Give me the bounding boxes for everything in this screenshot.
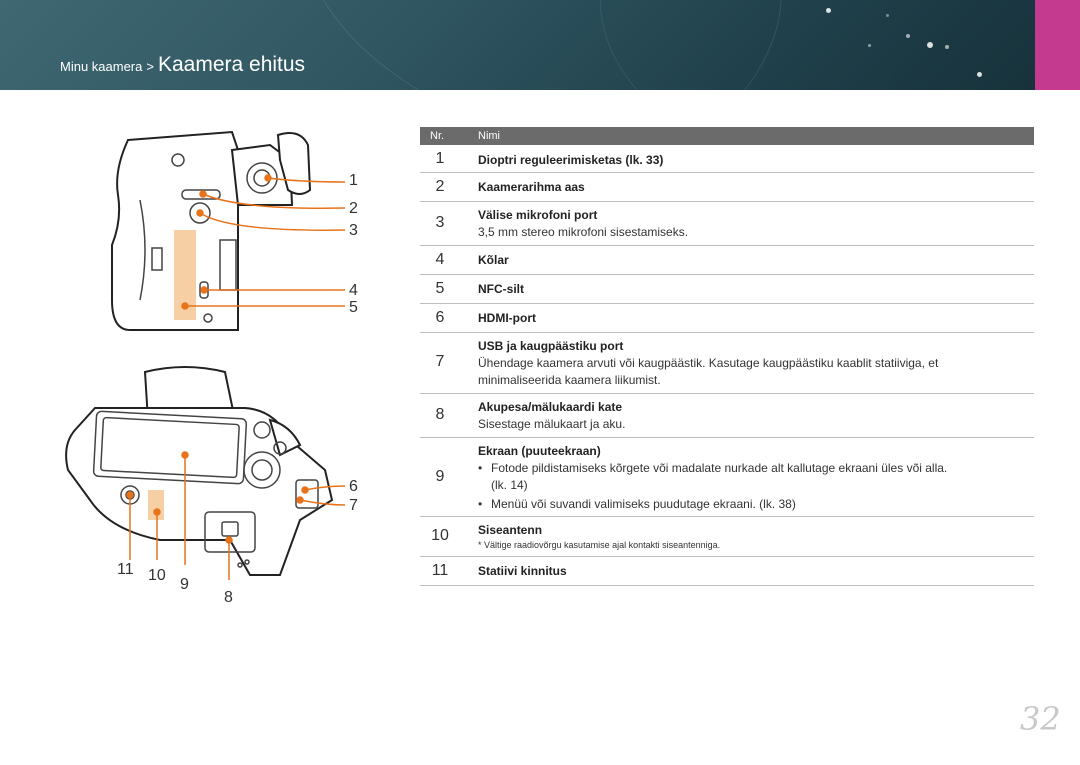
chapter-tab: [1035, 0, 1080, 90]
callout-2: 2: [349, 200, 358, 217]
page-number: 32: [1020, 700, 1061, 738]
callout-3: 3: [349, 222, 358, 239]
row-name: Dioptri reguleerimisketas (lk. 33): [478, 153, 664, 167]
table-row: 5 NFC-silt: [420, 275, 1034, 304]
table-row: 7 USB ja kaugpäästiku port Ühendage kaam…: [420, 333, 1034, 394]
row-name: Välise mikrofoni port: [478, 208, 598, 222]
breadcrumb-parent: Minu kaamera: [60, 59, 143, 74]
bullet-item: • Menüü või suvandi valimiseks puudutage …: [478, 496, 1028, 513]
bullet-item: • Fotode pildistamiseks kõrgete või madal…: [478, 460, 1028, 477]
callout-7: 7: [349, 497, 358, 514]
breadcrumb-separator: >: [146, 59, 154, 74]
callout-11: 11: [117, 561, 134, 578]
row-name: Statiivi kinnitus: [478, 564, 567, 578]
row-number: 6: [435, 309, 445, 326]
table-row: 10 Siseantenn * Vältige raadiovõrgu kasu…: [420, 517, 1034, 557]
row-description: Sisestage mälukaart ja aku.: [478, 417, 626, 431]
row-number: 7: [435, 353, 445, 370]
table-row: 6 HDMI-port: [420, 304, 1034, 333]
row-name: NFC-silt: [478, 282, 524, 296]
camera-side-view-illustration: [111, 130, 346, 331]
table-row: 2 Kaamerarihma aas: [420, 173, 1034, 202]
callout-6: 6: [349, 478, 358, 495]
row-number: 8: [435, 406, 445, 423]
col-header-nr: Nr.: [430, 130, 445, 142]
table-row: 3 Välise mikrofoni port 3,5 mm stereo mi…: [420, 202, 1034, 246]
callout-5: 5: [349, 299, 358, 316]
table-row: 9 Ekraan (puuteekraan) • Fotode pildistam…: [420, 438, 1034, 517]
row-description: 3,5 mm stereo mikrofoni sisestamiseks.: [478, 225, 689, 239]
row-number: 2: [435, 178, 445, 195]
table-row: 1 Dioptri reguleerimisketas (lk. 33): [420, 145, 1034, 173]
table-header: Nr. Nimi: [420, 127, 1034, 145]
bullet-mark: •: [478, 497, 483, 511]
table-row: 11 Statiivi kinnitus: [420, 557, 1034, 586]
row-number: 3: [435, 214, 445, 231]
row-name: Akupesa/mälukaardi kate: [478, 400, 623, 414]
bullet-text: Fotode pildistamiseks kõrgete või madala…: [491, 461, 948, 475]
row-number: 4: [435, 251, 445, 268]
row-number: 11: [431, 562, 449, 579]
row-description: minimaliseerida kaamera liikumist.: [478, 373, 661, 387]
row-name: Siseantenn: [478, 523, 543, 537]
callout-10: 10: [148, 567, 166, 584]
row-number: 5: [435, 280, 445, 297]
col-header-name: Nimi: [478, 130, 500, 142]
row-name: HDMI-port: [478, 311, 536, 325]
row-number: 9: [435, 468, 445, 485]
callout-1: 1: [349, 172, 358, 189]
table-row: 8 Akupesa/mälukaardi kate Sisestage mälu…: [420, 394, 1034, 438]
camera-back-view-illustration: [65, 366, 346, 580]
parts-table: Nr. Nimi 1 Dioptri reguleerimisketas (lk…: [420, 127, 1034, 586]
row-description: Ühendage kaamera arvuti või kaugpäästik.…: [478, 356, 939, 370]
bullet-text: Menüü või suvandi valimiseks puudutage e…: [491, 497, 796, 511]
breadcrumb: Minu kaamera > Kaamera ehitus: [60, 53, 305, 77]
row-name: Ekraan (puuteekraan): [478, 444, 601, 458]
page-title: Kaamera ehitus: [157, 53, 306, 76]
row-name: Kaamerarihma aas: [478, 180, 585, 194]
row-number: 1: [435, 150, 445, 167]
bullet-continuation: (lk. 14): [491, 478, 528, 492]
row-name: USB ja kaugpäästiku port: [478, 339, 624, 353]
table-row: 4 Kõlar: [420, 246, 1034, 275]
bullet-mark: •: [478, 461, 483, 475]
callout-9: 9: [180, 576, 189, 593]
row-name: Kõlar: [478, 253, 509, 267]
row-note: * Vältige raadiovõrgu kasutamise ajal ko…: [478, 540, 721, 550]
callout-4: 4: [349, 282, 358, 299]
callout-8: 8: [224, 589, 233, 606]
row-number: 10: [431, 527, 449, 544]
